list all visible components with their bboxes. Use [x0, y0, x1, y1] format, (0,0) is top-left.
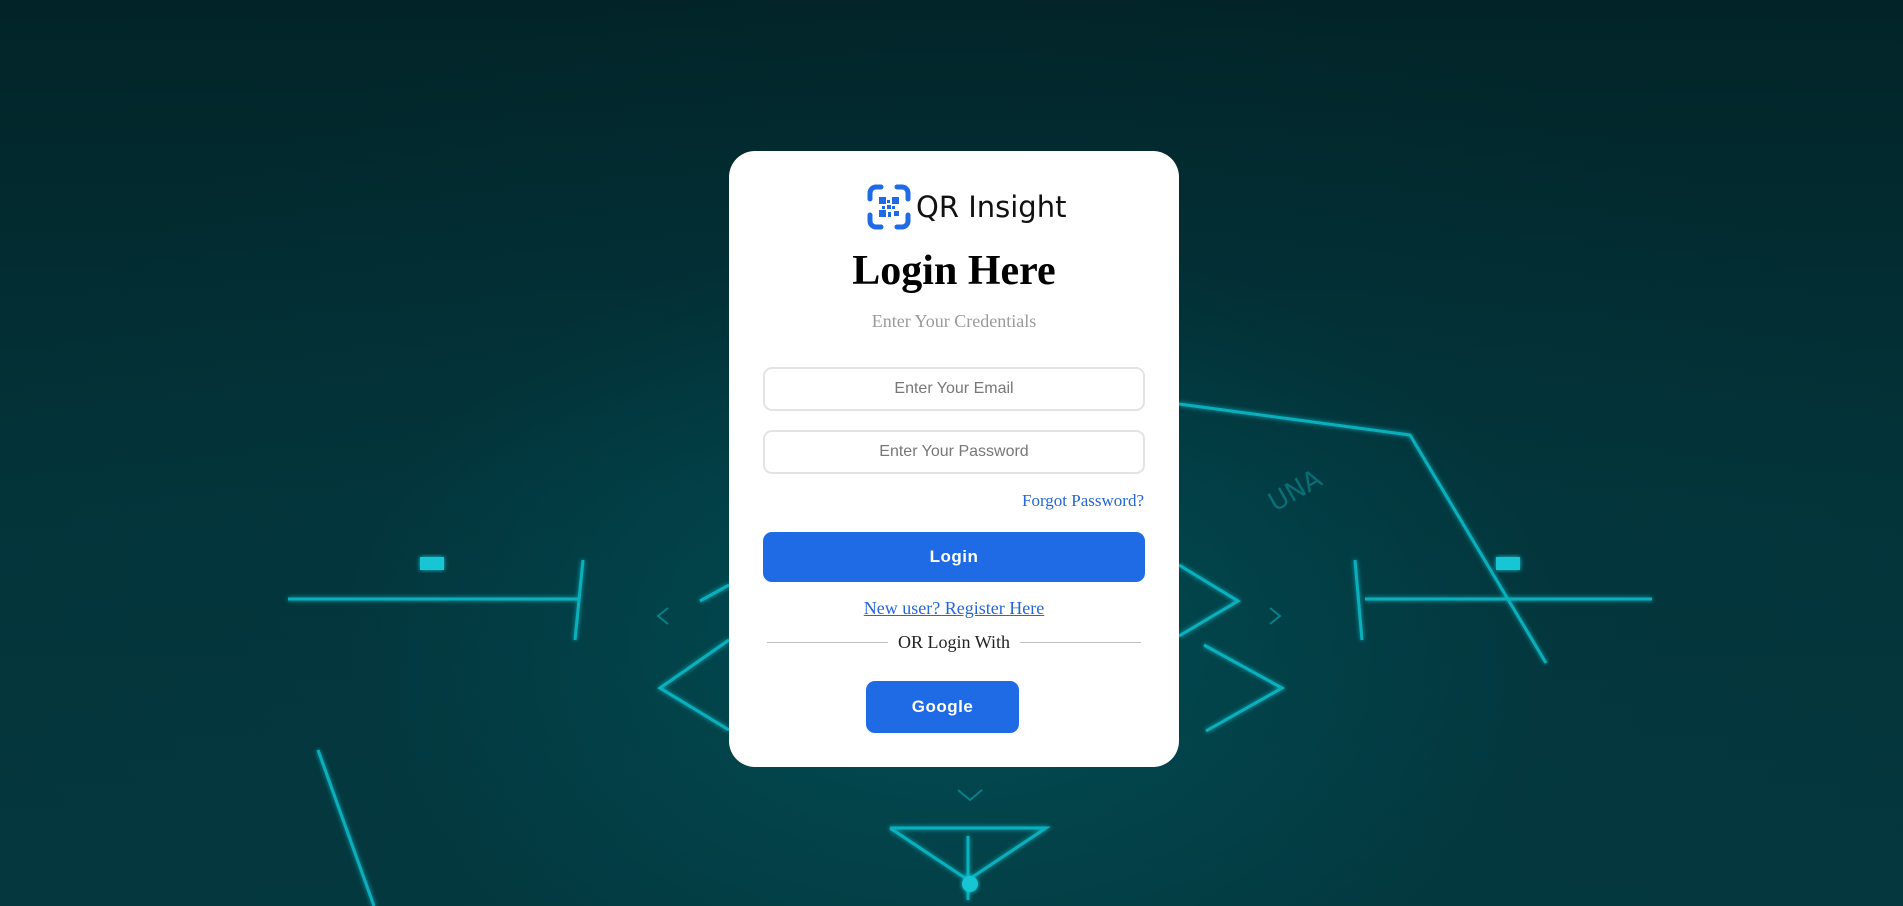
page-subtitle: Enter Your Credentials: [871, 311, 1037, 331]
divider-line-right: [1019, 642, 1142, 643]
brand-name: QR Insight: [916, 190, 1067, 224]
password-field[interactable]: [763, 430, 1145, 474]
or-divider: OR Login With: [767, 632, 1142, 653]
login-button[interactable]: Login: [763, 532, 1145, 582]
forgot-password-link[interactable]: Forgot Password?: [1022, 491, 1144, 511]
email-field[interactable]: [763, 367, 1145, 411]
svg-text:UNA: UNA: [1264, 464, 1328, 518]
register-link[interactable]: New user? Register Here: [864, 598, 1044, 618]
register-row: New user? Register Here: [729, 598, 1179, 619]
qr-scan-icon: [867, 184, 911, 230]
divider-label: OR Login With: [898, 632, 1010, 652]
brand-logo: QR Insight: [866, 183, 1066, 231]
google-login-button[interactable]: Google: [866, 681, 1019, 733]
page-title: Login Here: [852, 248, 1056, 294]
login-card: QR Insight Login Here Enter Your Credent…: [729, 151, 1179, 767]
divider-line-left: [767, 642, 889, 643]
